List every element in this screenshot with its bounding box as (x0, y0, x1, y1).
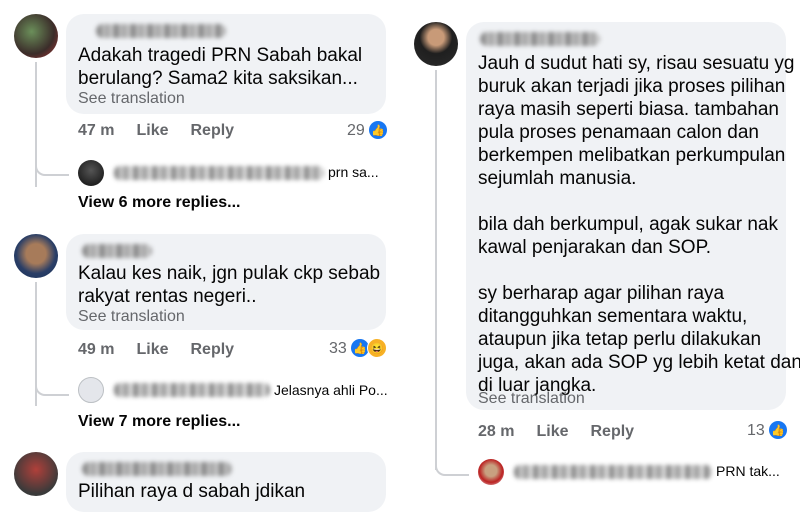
comment-text-line: pula proses penamaan calon dan (478, 122, 759, 143)
laughing-face-icon: 😆 (367, 338, 387, 358)
comment-actions: 28 m Like Reply (478, 423, 634, 441)
comment-actions: 49 m Like Reply (78, 341, 234, 359)
comment-text-line: ataupun jika tetap perlu dilakukan (478, 329, 762, 350)
reply-avatar[interactable] (478, 459, 504, 485)
see-translation-link[interactable]: See translation (78, 90, 185, 108)
comment-text-line: Jauh d sudut hati sy, risau sesuatu yg (478, 53, 795, 74)
commenter-name[interactable] (96, 24, 226, 38)
reply-button[interactable]: Reply (590, 423, 634, 440)
comment-text-line: berulang? Sama2 kita saksikan... (78, 68, 358, 89)
reaction-count[interactable]: 13 (747, 422, 765, 440)
thread-connector (35, 150, 69, 176)
view-more-replies[interactable]: View 7 more replies... (78, 413, 240, 431)
comment-bubble: Kalau kes naik, jgn pulak ckp sebab raky… (66, 234, 386, 330)
reply-author-name[interactable] (114, 166, 324, 180)
comment-text-line: kawal penjarakan dan SOP. (478, 237, 712, 258)
like-button[interactable]: Like (136, 122, 168, 139)
reply-button[interactable]: Reply (190, 341, 234, 358)
commenter-avatar[interactable] (14, 14, 58, 58)
comment-text-line: sejumlah manusia. (478, 168, 637, 189)
comment-actions: 47 m Like Reply (78, 122, 234, 140)
comment-text-line: bila dah berkumpul, agak sukar nak (478, 214, 778, 235)
comment-text-line: rakyat rentas negeri.. (78, 286, 257, 307)
thread-connector (35, 370, 69, 396)
commenter-avatar[interactable] (14, 234, 58, 278)
comment-text-line: ditangguhkan sementara waktu, (478, 306, 748, 327)
reaction-count[interactable]: 29 (347, 122, 365, 140)
comment-bubble: Adakah tragedi PRN Sabah bakal berulang?… (66, 14, 386, 114)
commenter-name[interactable] (82, 462, 232, 476)
comment-bubble: Pilihan raya d sabah jdikan (66, 452, 386, 512)
reply-preview-text[interactable]: PRN tak... (716, 463, 780, 479)
comment-text-line: buruk akan terjadi jika proses pilihan (478, 76, 786, 97)
reply-button[interactable]: Reply (190, 122, 234, 139)
commenter-avatar[interactable] (414, 22, 458, 66)
thumbs-up-icon: 👍 (769, 421, 787, 439)
see-translation-link[interactable]: See translation (478, 390, 585, 408)
commenter-avatar[interactable] (14, 452, 58, 496)
comment-text-line: Adakah tragedi PRN Sabah bakal (78, 45, 363, 66)
commenter-name[interactable] (480, 32, 600, 46)
reply-avatar[interactable] (78, 377, 104, 403)
view-more-replies[interactable]: View 6 more replies... (78, 194, 240, 212)
commenter-name[interactable] (82, 244, 152, 258)
reply-author-name[interactable] (514, 465, 712, 479)
comment-text-line: berkempen melibatkan perkumpulan (478, 145, 786, 166)
reply-author-name[interactable] (114, 383, 270, 397)
reaction-count[interactable]: 33 (329, 340, 347, 358)
reply-preview-text[interactable]: prn sa... (328, 164, 379, 180)
like-button[interactable]: Like (536, 423, 568, 440)
reply-avatar[interactable] (78, 160, 104, 186)
comment-text-line: juga, akan ada SOP yg lebih ketat dan (478, 352, 800, 373)
thumbs-up-icon: 👍 (369, 121, 387, 139)
comment-time[interactable]: 49 m (78, 341, 114, 358)
comment-text-line: Kalau kes naik, jgn pulak ckp sebab (78, 263, 381, 284)
see-translation-link[interactable]: See translation (78, 308, 185, 326)
comment-time[interactable]: 47 m (78, 122, 114, 139)
comment-bubble: Jauh d sudut hati sy, risau sesuatu yg b… (466, 22, 800, 410)
thread-line (435, 70, 437, 470)
comment-time[interactable]: 28 m (478, 423, 514, 440)
like-button[interactable]: Like (136, 341, 168, 358)
comment-text-line: raya masih seperti biasa. tambahan (478, 99, 779, 120)
comment-text-line: sy berharap agar pilihan raya (478, 283, 725, 304)
thread-connector (435, 450, 469, 476)
reply-preview-text[interactable]: Jelasnya ahli Po... (274, 382, 388, 398)
